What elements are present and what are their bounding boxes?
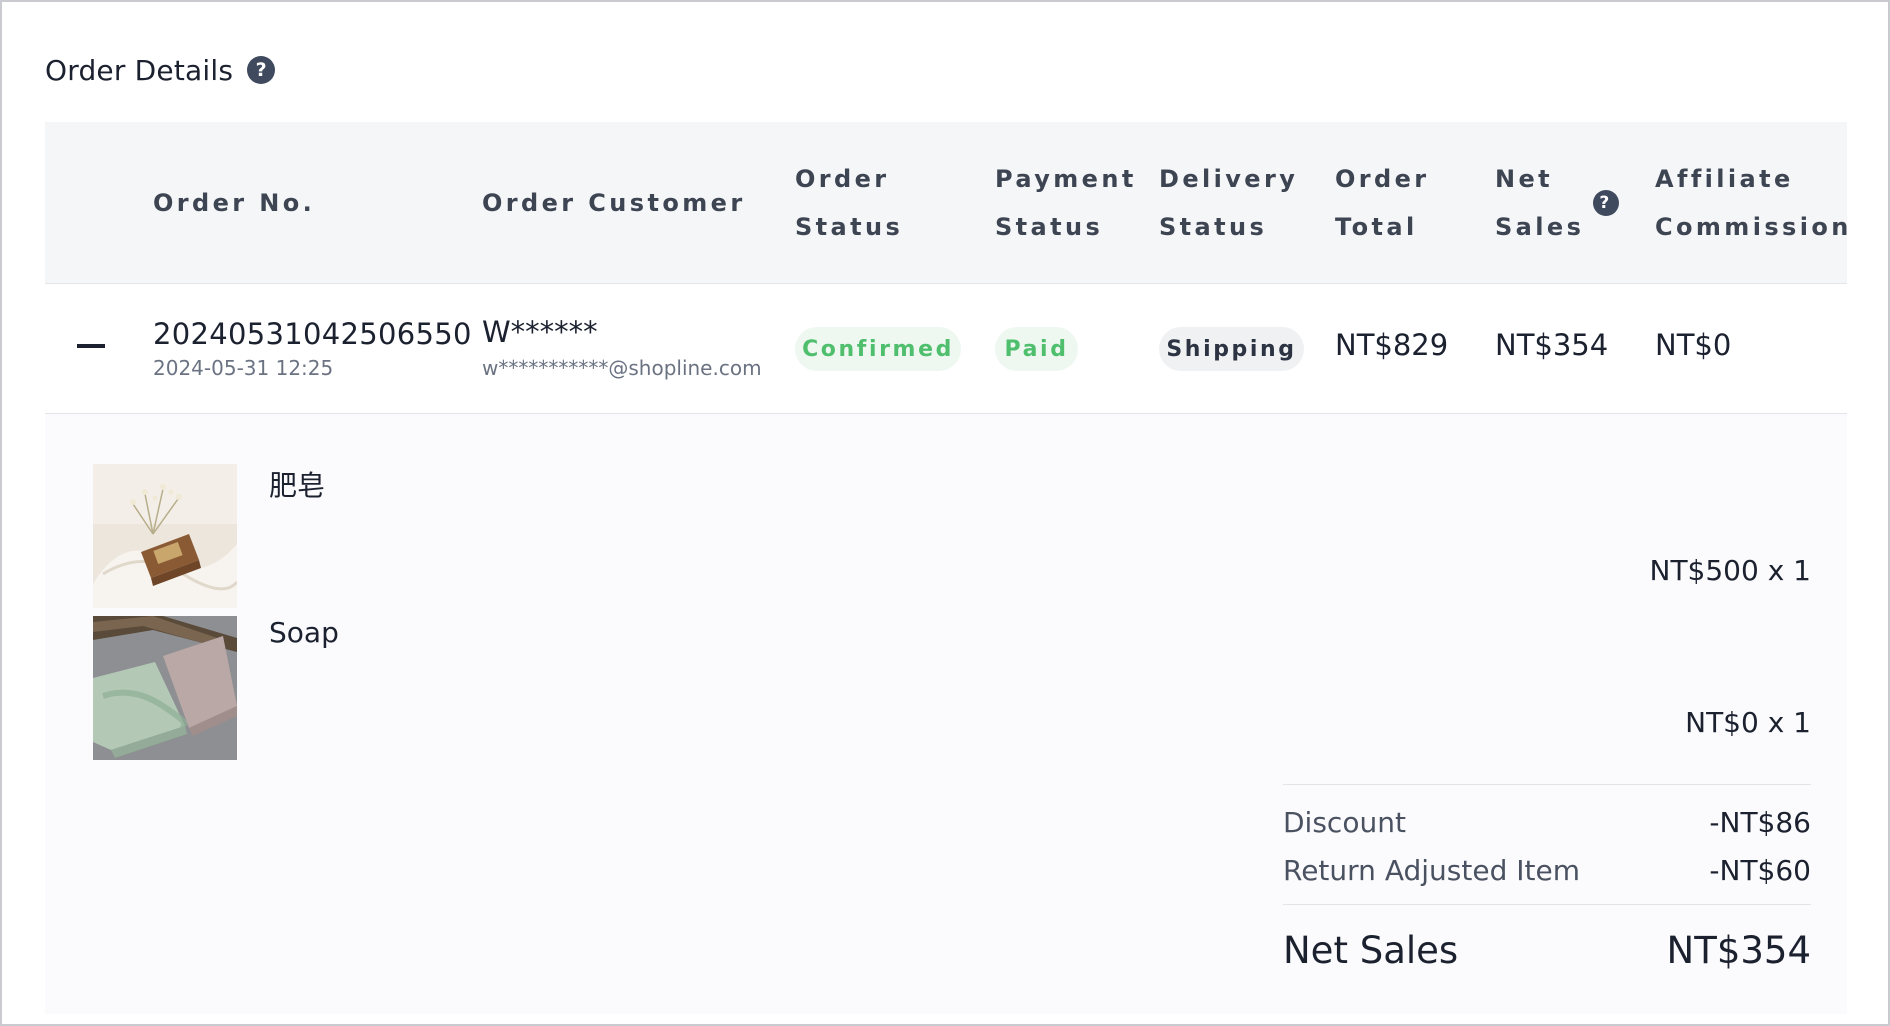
orders-table: Order No. Order Customer Order Status Pa… xyxy=(45,122,1848,1014)
return-adjusted-row: Return Adjusted Item -NT$60 xyxy=(1283,850,1811,890)
order-summary: Discount -NT$86 Return Adjusted Item -NT… xyxy=(1283,784,1811,994)
section-header: Order Details ? xyxy=(45,52,276,88)
column-header-affiliate-commission: Affiliate Commission xyxy=(1655,165,1852,241)
column-header-order-status: Order Status xyxy=(795,165,904,241)
return-adjusted-label: Return Adjusted Item xyxy=(1283,853,1580,887)
net-sales-total-value: NT$354 xyxy=(1666,928,1811,972)
column-header-payment-status: Payment Status xyxy=(995,165,1137,241)
net-sales-help: ? xyxy=(1593,122,1619,284)
product-name: 肥皂 xyxy=(269,469,326,502)
order-detail-panel: 肥皂 NT$500 x 1 Soap NT$0 x 1 Discount -NT… xyxy=(45,414,1847,1014)
product-name: Soap xyxy=(269,616,339,649)
discount-row: Discount -NT$86 xyxy=(1283,802,1811,842)
divider xyxy=(1283,904,1811,905)
product-image xyxy=(93,616,237,760)
product-price-quantity: NT$500 x 1 xyxy=(1649,554,1812,587)
product-image xyxy=(93,464,237,608)
net-sales-total-label: Net Sales xyxy=(1283,928,1459,972)
return-adjusted-value: -NT$60 xyxy=(1709,853,1811,887)
customer-name: W****** xyxy=(482,315,598,349)
net-sales-total-row: Net Sales NT$354 xyxy=(1283,920,1811,980)
payment-status-badge: Paid xyxy=(995,327,1078,371)
order-status-badge: Confirmed xyxy=(795,327,961,371)
column-header-net-sales: Net Sales xyxy=(1495,165,1585,241)
column-header-order-customer: Order Customer xyxy=(482,189,746,217)
table-row[interactable]: 20240531042506550 2024-05-31 12:25 W****… xyxy=(45,284,1847,414)
affiliate-commission-value: NT$0 xyxy=(1655,328,1732,362)
customer-email: w***********@shopline.com xyxy=(482,356,762,380)
order-date: 2024-05-31 12:25 xyxy=(153,356,334,380)
column-header-delivery-status: Delivery Status xyxy=(1159,165,1299,241)
column-header-order-no: Order No. xyxy=(153,189,316,217)
discount-value: -NT$86 xyxy=(1709,805,1811,839)
table-header: Order No. Order Customer Order Status Pa… xyxy=(45,122,1848,284)
order-number[interactable]: 20240531042506550 xyxy=(153,317,472,351)
page-title: Order Details xyxy=(45,53,234,87)
discount-label: Discount xyxy=(1283,805,1406,839)
order-details-panel: Order Details ? Order No. Order Customer… xyxy=(0,0,1890,1026)
question-circle-icon[interactable]: ? xyxy=(1593,190,1619,216)
minus-icon[interactable] xyxy=(77,344,105,348)
column-header-order-total: Order Total xyxy=(1335,165,1430,241)
order-total-value: NT$829 xyxy=(1335,328,1449,362)
divider xyxy=(1283,784,1811,785)
question-circle-icon[interactable]: ? xyxy=(247,56,276,84)
delivery-status-badge: Shipping xyxy=(1159,327,1304,371)
net-sales-value: NT$354 xyxy=(1495,328,1609,362)
product-price-quantity: NT$0 x 1 xyxy=(1685,706,1811,739)
